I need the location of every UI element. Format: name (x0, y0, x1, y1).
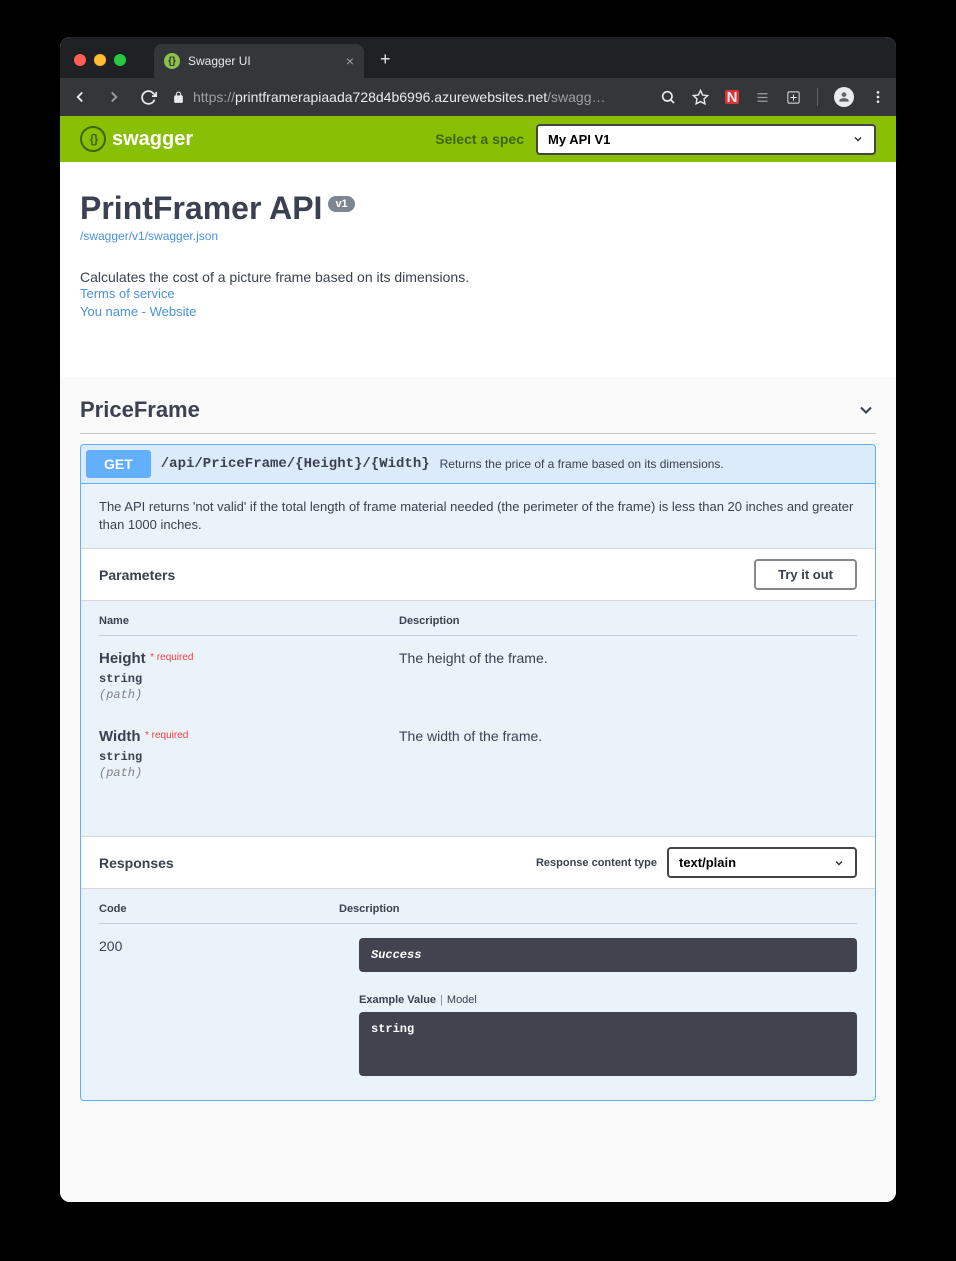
responses-table: Code Description 200 Success Example Val… (81, 889, 875, 1100)
chevron-down-icon (833, 857, 845, 869)
swagger-logo-icon: { } (80, 126, 106, 152)
spec-select-label: Select a spec (435, 131, 524, 147)
swagger-logo-text: swagger (112, 128, 193, 151)
example-value-block: string (359, 1012, 857, 1076)
operation-block: GET /api/PriceFrame/{Height}/{Width} Ret… (80, 444, 876, 1101)
extension-badge-icon[interactable]: N (725, 90, 739, 104)
extension-icon-3[interactable] (786, 90, 801, 105)
info-section: PrintFramer API v1 /swagger/v1/swagger.j… (60, 162, 896, 377)
window-minimize-button[interactable] (94, 54, 106, 66)
url-text: https://printframerapiaada728d4b6996.azu… (193, 89, 606, 105)
http-method-badge: GET (86, 450, 151, 478)
responses-title: Responses (99, 855, 174, 871)
address-bar[interactable]: https://printframerapiaada728d4b6996.azu… (172, 89, 646, 105)
bookmark-star-icon[interactable] (692, 89, 709, 106)
model-tab[interactable]: Model (447, 994, 477, 1006)
swagger-logo: { } swagger (80, 126, 193, 152)
reload-button[interactable] (138, 87, 158, 107)
extension-icon-2[interactable] (755, 90, 770, 105)
operation-summary-text: Returns the price of a frame based on it… (440, 457, 724, 471)
browser-tab[interactable]: {} Swagger UI × (154, 44, 364, 78)
operation-path: /api/PriceFrame/{Height}/{Width} (161, 456, 430, 472)
spec-selected-value: My API V1 (548, 132, 610, 147)
api-title: PrintFramer API v1 (80, 190, 355, 227)
operation-summary[interactable]: GET /api/PriceFrame/{Height}/{Width} Ret… (81, 445, 875, 483)
response-col-description: Description (339, 903, 857, 915)
tab-title: Swagger UI (188, 54, 338, 68)
spec-select[interactable]: My API V1 (536, 124, 876, 155)
chevron-down-icon (856, 400, 876, 420)
param-type: string (99, 750, 399, 764)
search-in-page-icon[interactable] (660, 89, 676, 105)
lock-icon (172, 91, 185, 104)
response-code: 200 (99, 938, 122, 954)
param-col-name: Name (99, 615, 399, 627)
param-in: (path) (99, 688, 399, 702)
window-maximize-button[interactable] (114, 54, 126, 66)
operation-description: The API returns 'not valid' if the total… (81, 484, 875, 548)
browser-toolbar: https://printframerapiaada728d4b6996.azu… (60, 78, 896, 116)
api-description: Calculates the cost of a picture frame b… (80, 269, 876, 285)
window-close-button[interactable] (74, 54, 86, 66)
response-col-code: Code (99, 903, 339, 915)
terms-link[interactable]: Terms of service (80, 286, 175, 301)
content-type-label: Response content type (536, 857, 657, 869)
tag-name: PriceFrame (80, 397, 200, 423)
example-value-tab[interactable]: Example Value (359, 994, 436, 1006)
param-col-description: Description (399, 615, 857, 627)
response-row: 200 Success Example Value|Model string (99, 938, 857, 1076)
back-button[interactable] (70, 87, 90, 107)
responses-header: Responses Response content type text/pla… (81, 836, 875, 889)
new-tab-button[interactable]: + (380, 49, 391, 70)
param-name: Width (99, 728, 141, 745)
swagger-header: { } swagger Select a spec My API V1 (60, 116, 896, 162)
param-description: The height of the frame. (399, 650, 857, 666)
param-name: Height (99, 650, 146, 667)
kebab-menu-icon[interactable] (870, 89, 886, 105)
forward-button[interactable] (104, 87, 124, 107)
chevron-down-icon (852, 133, 864, 145)
contact-link[interactable]: You name - Website (80, 304, 196, 319)
version-badge: v1 (328, 196, 354, 212)
tab-close-icon[interactable]: × (346, 53, 354, 69)
parameters-table: Name Description Height required string … (81, 601, 875, 836)
toolbar-separator (817, 88, 818, 106)
param-in: (path) (99, 766, 399, 780)
content-type-value: text/plain (679, 855, 736, 870)
parameters-header: Parameters Try it out (81, 548, 875, 601)
content-type-select[interactable]: text/plain (667, 847, 857, 878)
required-badge: required (145, 730, 188, 741)
param-description: The width of the frame. (399, 728, 857, 744)
tab-favicon: {} (164, 53, 180, 69)
response-description-block: Success (359, 938, 857, 972)
parameter-row: Width required string (path) The width o… (99, 728, 857, 780)
try-it-out-button[interactable]: Try it out (754, 559, 857, 590)
parameters-title: Parameters (99, 567, 175, 583)
param-type: string (99, 672, 399, 686)
parameter-row: Height required string (path) The height… (99, 650, 857, 702)
tag-header[interactable]: PriceFrame (80, 397, 876, 434)
spec-json-link[interactable]: /swagger/v1/swagger.json (80, 229, 218, 243)
browser-titlebar: {} Swagger UI × + (60, 37, 896, 78)
profile-avatar[interactable] (834, 87, 854, 107)
required-badge: required (150, 652, 193, 663)
